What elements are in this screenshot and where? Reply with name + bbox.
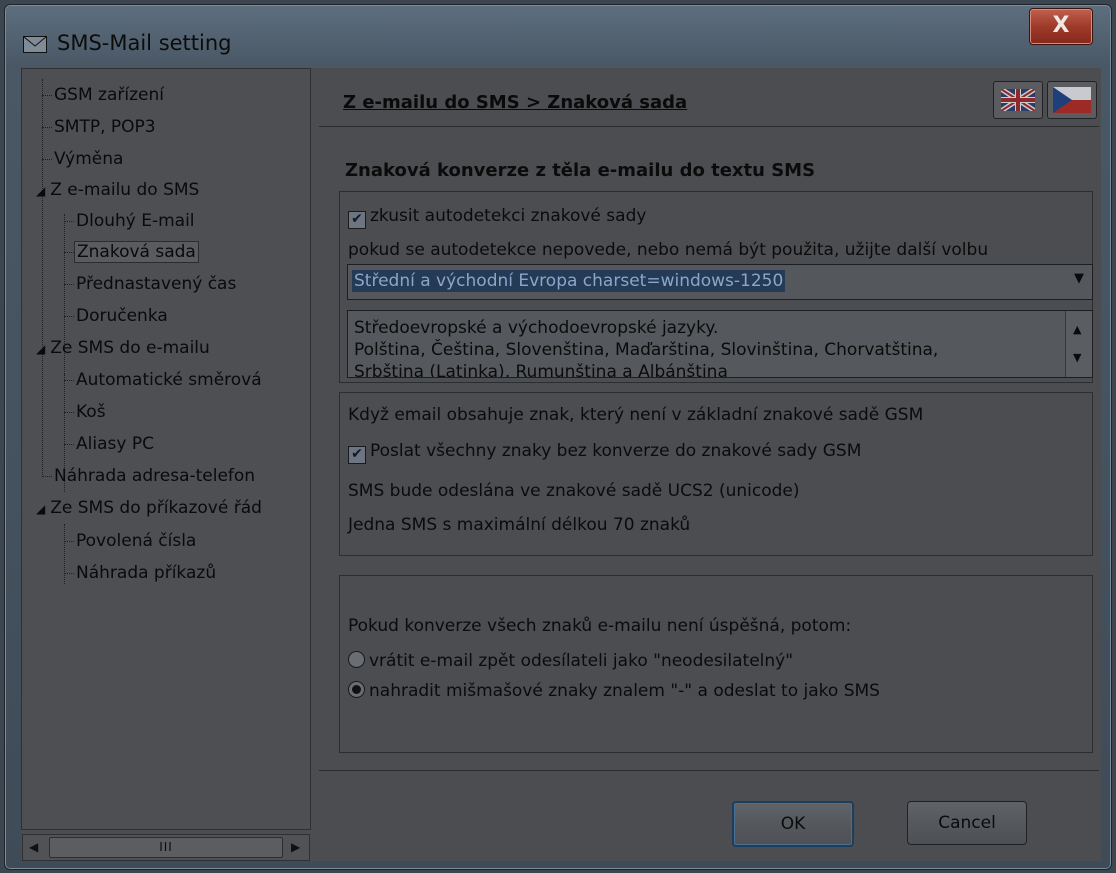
settings-panel: Z e-mailu do SMS > Znaková sada Znaková … [319,68,1099,861]
charset-description: Středoevropské a východoevropské jazyky.… [347,310,1093,378]
scroll-up-icon[interactable]: ▲ [1073,323,1081,336]
sms-mail-setting-window: SMS-Mail setting X GSM zařízení SMTP, PO… [4,4,1112,870]
return-option-label: vrátit e-mail zpět odesílateli jako "neo… [369,651,794,671]
window-title: SMS-Mail setting [57,31,232,55]
breadcrumb: Z e-mailu do SMS > Znaková sada [343,92,688,113]
close-button[interactable]: X [1029,8,1093,45]
tree-item-address-phone[interactable]: Náhrada adresa-telefon [42,462,257,490]
charset-select[interactable]: Střední a východní Evropa charset=window… [347,264,1093,300]
flag-cz-button[interactable] [1047,81,1097,119]
scroll-thumb[interactable]: III [49,837,283,858]
autodetect-label: zkusit autodetekci znakové sady [370,206,647,226]
fallback-hint: pokud se autodetekce nepovede, nebo nemá… [348,240,989,260]
description-line: Polština, Čeština, Slovenština, Maďaršti… [354,340,939,360]
replace-option-row[interactable]: nahradit mišmašové znaky znalem "-" a od… [348,681,880,701]
tree-item-sms-to-email[interactable]: ◢ Ze SMS do e-mailu [36,334,212,362]
tree-item-allowed-numbers[interactable]: Povolená čísla [64,527,198,555]
scroll-down-icon[interactable]: ▼ [1073,351,1081,364]
return-option-row[interactable]: vrátit e-mail zpět odesílateli jako "neo… [348,651,793,671]
tree-item-delivery-report[interactable]: Doručenka [64,302,170,330]
dropdown-arrow-icon[interactable]: ▼ [1074,271,1084,286]
header-separator [319,126,1099,127]
send-all-label: Poslat všechny znaky bez konverze do zna… [370,441,862,461]
cancel-button[interactable]: Cancel [907,801,1027,845]
return-option-radio[interactable] [348,651,365,668]
description-line: Středoevropské a východoevropské jazyky. [354,318,719,338]
description-line: Srbština (Latinka), Rumunština a Albánšt… [354,362,728,378]
tree-item-sms-to-command[interactable]: ◢ Ze SMS do příkazové řád [36,494,264,522]
length-note: Jedna SMS s maximální délkou 70 znaků [348,515,691,535]
failure-group: Pokud konverze všech znaků e-mailu není … [339,575,1093,753]
tree-item-trash[interactable]: Koš [64,398,108,426]
send-all-checkbox[interactable]: ✔ [348,446,366,464]
send-all-row[interactable]: ✔ Poslat všechny znaky bez konverze do zn… [348,441,861,464]
charset-selected-value: Střední a východní Evropa charset=window… [352,270,786,292]
tree-item-long-email[interactable]: Dlouhý E-mail [64,207,197,235]
tree-item-vymena[interactable]: Výměna [42,145,125,173]
tree-item-preset-time[interactable]: Přednastavený čas [64,270,238,298]
czech-flag-icon [1053,87,1091,113]
tree-horizontal-scrollbar[interactable]: ◀ III ▶ [22,834,310,861]
ok-button[interactable]: OK [732,801,854,847]
expand-triangle-icon[interactable]: ◢ [36,502,45,516]
expand-triangle-icon[interactable]: ◢ [36,184,45,198]
scroll-right-icon[interactable]: ▶ [291,840,300,854]
gsm-group: Když email obsahuje znak, který není v z… [339,392,1093,556]
autodetect-checkbox[interactable]: ✔ [348,211,366,229]
section-title: Znaková konverze z těla e-mailu do textu… [345,160,816,181]
tree-item-email-to-sms[interactable]: ◢ Z e-mailu do SMS [36,176,201,204]
failure-intro: Pokud konverze všech znaků e-mailu není … [348,616,852,636]
footer-separator [319,770,1099,771]
gsm-intro: Když email obsahuje znak, který není v z… [348,405,924,425]
title-bar[interactable]: SMS-Mail setting X [5,5,1111,71]
scroll-left-icon[interactable]: ◀ [29,840,38,854]
tree-item-charset[interactable]: Znaková sada [64,238,199,266]
tree-item-command-replacement[interactable]: Náhrada příkazů [64,559,218,587]
uk-flag-icon [1001,89,1035,111]
replace-option-label: nahradit mišmašové znaky znalem "-" a od… [369,681,880,701]
client-area: GSM zařízení SMTP, POP3 Výměna ◢ Z e-mail… [21,68,1101,861]
tree-item-auto-routing[interactable]: Automatické směrová [64,366,264,394]
description-scrollbar[interactable]: ▲ ▼ [1065,311,1092,377]
ucs2-note: SMS bude odeslána ve znakové sadě UCS2 (… [348,481,800,501]
tree-item-smtp-pop3[interactable]: SMTP, POP3 [42,113,158,141]
settings-tree: GSM zařízení SMTP, POP3 Výměna ◢ Z e-mail… [21,68,311,830]
expand-triangle-icon[interactable]: ◢ [36,342,45,356]
tree-item-pc-aliases[interactable]: Aliasy PC [64,430,156,458]
envelope-icon [23,36,47,53]
flag-uk-button[interactable] [993,81,1043,119]
replace-option-radio[interactable] [348,681,365,698]
autodetect-row[interactable]: ✔ zkusit autodetekci znakové sady [348,206,646,229]
tree-item-gsm[interactable]: GSM zařízení [42,81,166,109]
